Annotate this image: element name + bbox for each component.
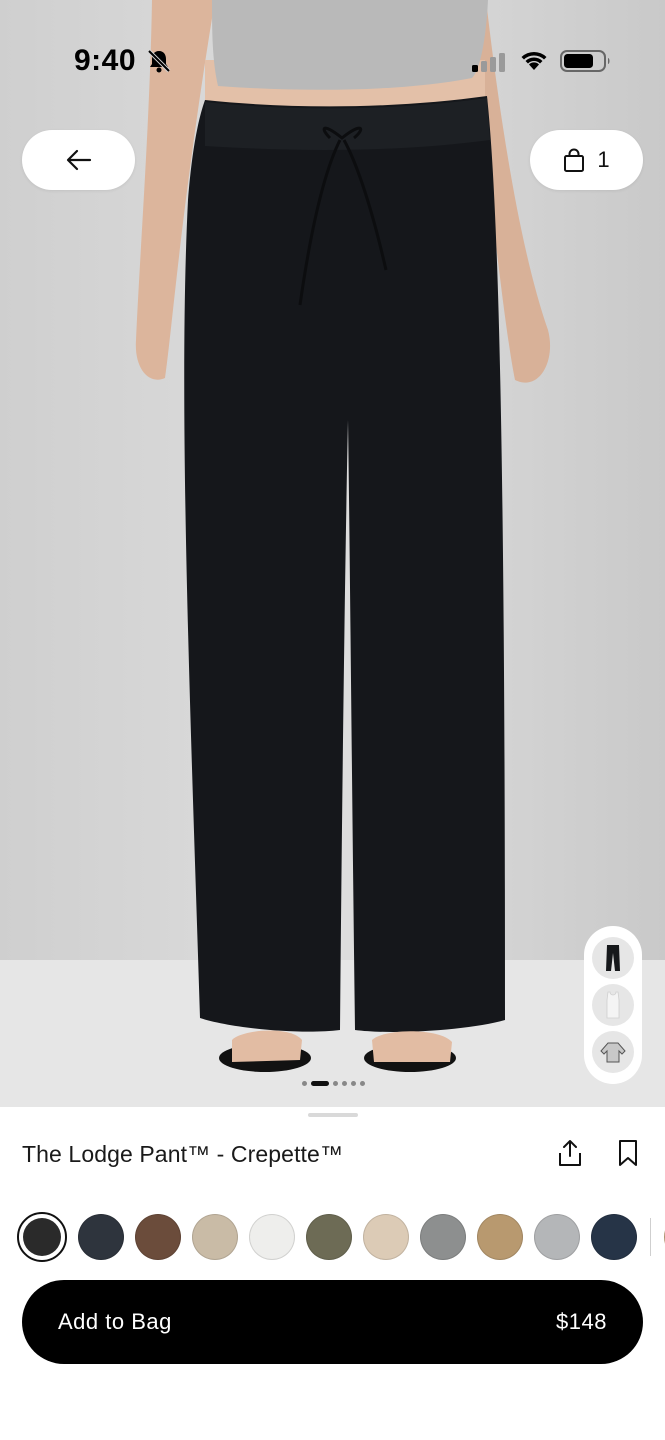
back-button[interactable] <box>22 130 135 190</box>
pants-thumbnail[interactable] <box>592 936 634 979</box>
pager-dot[interactable] <box>311 1080 329 1086</box>
pager-dot[interactable] <box>351 1080 356 1086</box>
wifi-icon <box>521 51 547 70</box>
product-title: The Lodge Pant™ - Crepette™ <box>22 1141 344 1167</box>
tank-top-icon <box>606 991 620 1019</box>
color-swatch[interactable] <box>306 1214 352 1260</box>
sheet-grabber[interactable] <box>308 1113 358 1117</box>
sweater-thumbnail[interactable] <box>592 1031 634 1074</box>
status-time: 9:40 <box>74 44 137 77</box>
image-pager <box>302 1079 365 1087</box>
pager-dot[interactable] <box>360 1080 365 1086</box>
tank-top-thumbnail[interactable] <box>592 983 634 1026</box>
product-image[interactable]: 9:40 1 <box>0 0 665 1107</box>
color-swatch[interactable] <box>591 1214 637 1260</box>
color-swatch[interactable] <box>477 1214 523 1260</box>
color-swatch[interactable] <box>363 1214 409 1260</box>
signal-icon <box>472 53 505 72</box>
product-sheet: The Lodge Pant™ - Crepette™ Add to Bag $… <box>0 1107 665 1440</box>
pager-dot[interactable] <box>333 1080 338 1086</box>
color-swatch[interactable] <box>420 1214 466 1260</box>
color-swatches <box>17 1211 665 1263</box>
status-bar: 9:40 <box>0 0 665 120</box>
pager-dot[interactable] <box>302 1080 307 1086</box>
shopping-bag-icon <box>564 148 585 172</box>
share-icon[interactable] <box>557 1139 583 1167</box>
bookmark-icon[interactable] <box>617 1139 639 1167</box>
color-swatch[interactable] <box>78 1214 124 1260</box>
bell-slash-icon <box>147 49 171 73</box>
thumbnail-rail <box>584 926 642 1084</box>
add-to-bag-label: Add to Bag <box>58 1309 172 1334</box>
color-swatch[interactable] <box>534 1214 580 1260</box>
color-swatch[interactable] <box>249 1214 295 1260</box>
pager-dot[interactable] <box>342 1080 347 1086</box>
price: $148 <box>556 1309 607 1334</box>
color-swatch[interactable] <box>17 1212 67 1262</box>
sweater-icon <box>600 1042 626 1063</box>
color-swatch[interactable] <box>135 1214 181 1260</box>
pants-icon <box>606 944 620 971</box>
arrow-left-icon <box>66 149 91 171</box>
shopping-bag-button[interactable]: 1 <box>530 130 643 190</box>
battery-icon <box>560 50 610 72</box>
swatch-divider <box>650 1218 651 1256</box>
bag-count: 1 <box>597 147 610 172</box>
color-swatch[interactable] <box>192 1214 238 1260</box>
add-to-bag-button[interactable]: Add to Bag $148 <box>22 1280 643 1364</box>
